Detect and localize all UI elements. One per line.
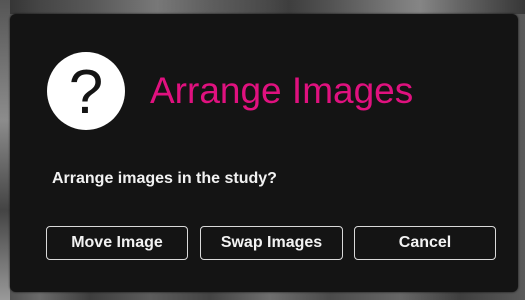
background-image-strip-top <box>0 0 525 14</box>
cancel-button[interactable]: Cancel <box>354 226 496 260</box>
background-image-strip-left <box>0 0 10 300</box>
dialog-title: Arrange Images <box>150 70 414 111</box>
question-mark-icon: ? <box>47 52 125 130</box>
dialog-message: Arrange images in the study? <box>52 170 277 187</box>
arrange-images-dialog: ? Arrange Images Arrange images in the s… <box>10 14 518 292</box>
question-mark-glyph: ? <box>68 58 104 127</box>
move-image-button[interactable]: Move Image <box>46 226 188 260</box>
swap-images-button[interactable]: Swap Images <box>200 226 343 260</box>
